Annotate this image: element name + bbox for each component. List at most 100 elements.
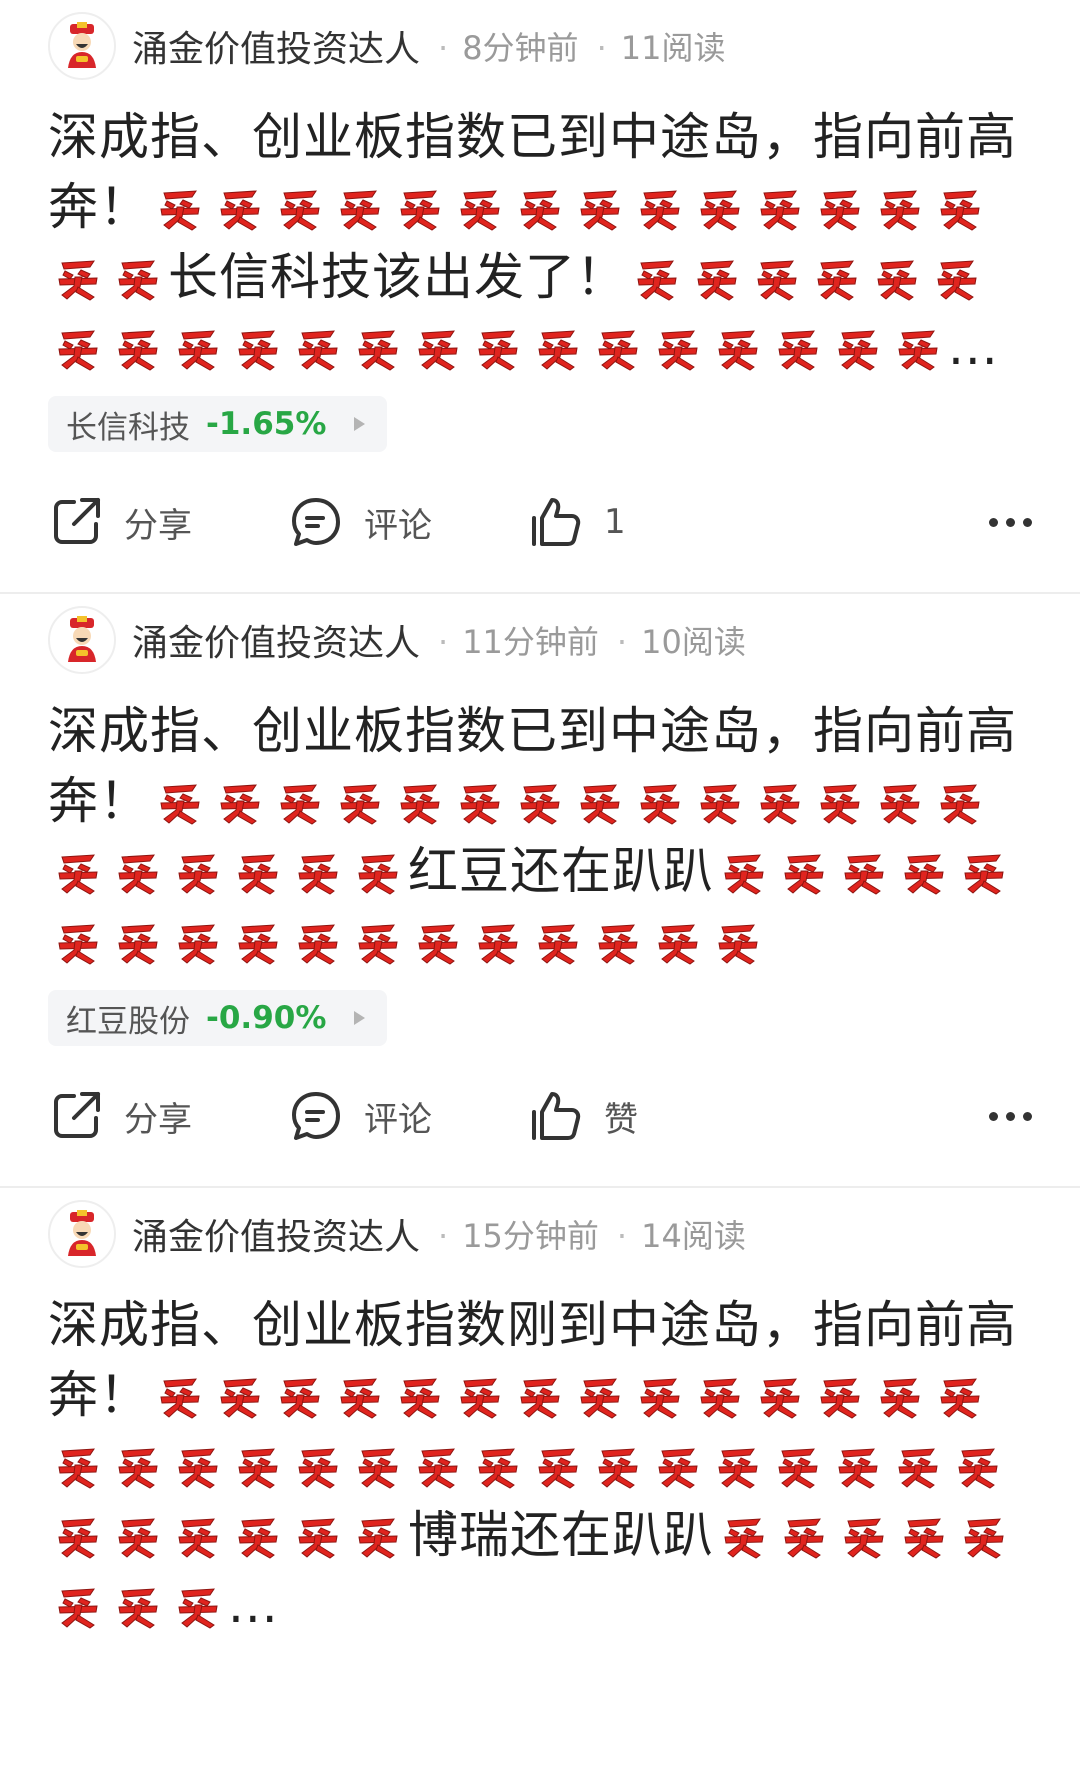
buy-emoji-icon [356,913,400,965]
buy-emoji-icon [176,319,220,371]
post-card[interactable]: 涌金价值投资达人 · 11分钟前 · 10阅读 深成指、创业板指数已到中途岛，指向前… [0,594,1080,1188]
buy-emoji-icon [116,843,160,895]
ellipsis: ... [948,318,999,376]
buy-emoji-icon [218,773,262,825]
buy-emoji-icon [356,1437,400,1489]
buy-emoji-icon [815,249,859,301]
avatar[interactable] [48,1200,116,1268]
buy-emoji-icon [116,319,160,371]
buy-emoji-icon [356,319,400,371]
comment-icon [292,498,340,546]
avatar[interactable] [48,12,116,80]
buy-emoji-icon [818,179,862,231]
action-bar: 分享 评论 1 [0,452,1080,592]
buy-emoji-icon [476,319,520,371]
thumbs-up-icon [532,1092,581,1140]
buy-emoji-icon [698,179,742,231]
post-card[interactable]: 涌金价值投资达人 · 8分钟前 · 11阅读 深成指、创业板指数已到中途岛，指向前高… [0,0,1080,594]
buy-emoji-icon [836,1437,880,1489]
buy-emoji-icon [218,1367,262,1419]
read-count: · 11阅读 [596,29,726,67]
buy-emoji-icon [56,843,100,895]
buy-emoji-icon [518,1367,562,1419]
post-header: 涌金价值投资达人 · 11分钟前 · 10阅读 [0,594,1080,674]
share-button[interactable]: 分享 [48,1088,288,1144]
buy-emoji-icon [716,913,760,965]
author-name[interactable]: 涌金价值投资达人 [132,1208,420,1260]
buy-emoji-icon [176,843,220,895]
like-button[interactable]: 赞 [528,1088,989,1144]
more-options-button[interactable] [989,1111,1032,1121]
content-text: 博瑞还在趴趴 [408,1506,714,1564]
buy-emoji-icon [476,1437,520,1489]
feed-list: 涌金价值投资达人 · 8分钟前 · 11阅读 深成指、创业板指数已到中途岛，指向前高… [0,0,1080,1640]
buy-emoji-icon [338,1367,382,1419]
more-options-button[interactable] [989,517,1032,527]
buy-emoji-icon [416,1437,460,1489]
buy-emoji-icon [278,1367,322,1419]
buy-emoji-icon [716,319,760,371]
author-name[interactable]: 涌金价值投资达人 [132,614,420,666]
comment-button[interactable]: 评论 [288,1088,528,1144]
buy-emoji-icon [176,913,220,965]
buy-emoji-icon [296,913,340,965]
buy-emoji-icon [722,1507,766,1559]
stock-name: 红豆股份 [66,1003,190,1040]
post-content[interactable]: 深成指、创业板指数已到中途岛，指向前高奔！红豆还在趴趴 [0,674,1080,976]
buy-emoji-icon [116,1577,160,1629]
buy-emoji-icon [695,249,739,301]
comment-icon [292,1092,340,1140]
comment-button[interactable]: 评论 [288,494,528,550]
thumbs-up-icon [532,498,581,546]
stock-tag[interactable]: 红豆股份 -0.90% [48,990,388,1046]
buy-emoji-icon [278,179,322,231]
buy-emoji-icon [698,773,742,825]
buy-emoji-icon [518,179,562,231]
share-button[interactable]: 分享 [48,494,288,550]
stock-tag[interactable]: 长信科技 -1.65% [48,396,388,452]
buy-emoji-icon [398,179,442,231]
buy-emoji-icon [296,319,340,371]
post-content[interactable]: 深成指、创业板指数刚到中途岛，指向前高奔！博瑞还在趴趴... [0,1268,1080,1640]
buy-emoji-icon [458,1367,502,1419]
buy-emoji-icon [842,1507,886,1559]
buy-emoji-icon [56,1507,100,1559]
buy-emoji-icon [56,319,100,371]
buy-emoji-icon [218,179,262,231]
post-card[interactable]: 涌金价值投资达人 · 15分钟前 · 14阅读 深成指、创业板指数刚到中途岛，指向前… [0,1188,1080,1640]
buy-emoji-icon [236,913,280,965]
buy-emoji-icon [782,1507,826,1559]
buy-emoji-icon [638,179,682,231]
buy-emoji-icon [356,1507,400,1559]
buy-emoji-icon [938,773,982,825]
buy-emoji-icon [476,913,520,965]
buy-emoji-icon [818,1367,862,1419]
like-button[interactable]: 1 [528,494,989,550]
buy-emoji-icon [296,1507,340,1559]
comment-label: 评论 [364,1099,432,1140]
share-label: 分享 [124,505,192,546]
buy-emoji-icon [158,773,202,825]
avatar[interactable] [48,606,116,674]
buy-emoji-icon [458,773,502,825]
buy-emoji-icon [296,1437,340,1489]
buy-emoji-icon [536,913,580,965]
author-name[interactable]: 涌金价值投资达人 [132,20,420,72]
read-count: · 14阅读 [616,1217,746,1255]
buy-emoji-icon [338,179,382,231]
post-content[interactable]: 深成指、创业板指数已到中途岛，指向前高奔！长信科技该出发了！... [0,80,1080,382]
buy-emoji-icon [416,319,460,371]
post-time: · 15分钟前 [438,1217,599,1255]
buy-emoji-icon [578,773,622,825]
buy-emoji-icon [656,1437,700,1489]
buy-emoji-icon [638,773,682,825]
buy-emoji-icon [338,773,382,825]
like-label: 1 [604,502,626,542]
buy-emoji-icon [962,1507,1006,1559]
buy-emoji-icon [716,1437,760,1489]
buy-emoji-icon [758,179,802,231]
share-icon [54,1092,100,1138]
buy-emoji-icon [56,1437,100,1489]
like-label: 赞 [604,1099,638,1140]
buy-emoji-icon [935,249,979,301]
